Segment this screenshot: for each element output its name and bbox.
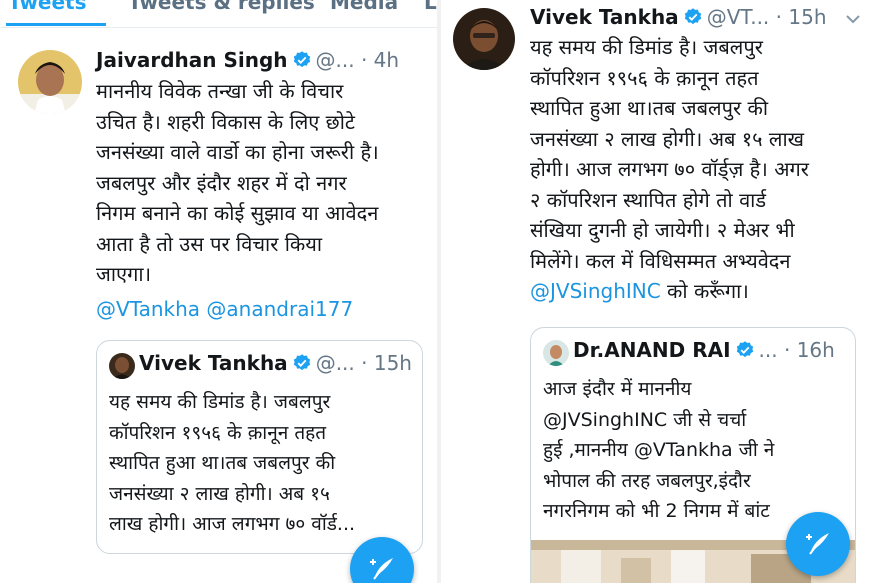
compose-feather-icon — [370, 558, 393, 580]
tab-likes[interactable]: L — [424, 0, 437, 14]
tweet-line: जनसंख्या वाले वार्डो का होना जरूरी है। — [96, 140, 379, 164]
compose-feather-icon — [806, 533, 829, 555]
right-screenshot-panel: Vivek Tankha @VT... · 15h यह समय की डिमां… — [441, 0, 875, 583]
tweet-body: माननीय विवेक तन्खा जी के विचार उचित है। … — [96, 76, 379, 324]
quoted-time: 16h — [796, 338, 835, 362]
quoted-line: @JVSinghINC जी से चर्चा — [543, 408, 747, 431]
quoted-line: स्थापित हुआ था।तब जबलपुर की — [109, 452, 336, 474]
tweet-line: निगम बनाने का कोई सुझाव या आवेदन — [96, 201, 379, 225]
quoted-line: लाख होगी। आज लगभग ७० वॉर्ड... — [109, 513, 356, 535]
tweet-header: Jaivardhan Singh @... · 4h — [96, 48, 399, 75]
tweet-line: जनसंख्या २ लाख होगी। अब १५ लाख — [530, 126, 805, 151]
compose-tweet-button[interactable] — [786, 512, 850, 576]
chevron-down-icon[interactable] — [845, 12, 861, 26]
mention-link[interactable]: @anandrai177 — [206, 297, 353, 321]
tweet-line-rest: को करूँगा। — [660, 279, 749, 303]
tweet-last-line: @JVSinghINC को करूँगा। — [530, 276, 809, 307]
quoted-author-handle: ... — [758, 338, 778, 362]
tweet-line: माननीय विवेक तन्खा जी के विचार — [96, 79, 344, 103]
quoted-body: यह समय की डिमांड है। जबलपुर कॉपरिशन १९५६… — [109, 387, 355, 540]
tweet-line: उचित है। शहरी विकास के लिए छोटे — [96, 109, 355, 134]
author-handle[interactable]: @... — [316, 48, 355, 72]
tweet-line: जाएगा। — [96, 262, 152, 286]
verified-badge-icon — [683, 7, 703, 32]
active-tab-indicator — [6, 23, 106, 26]
left-screenshot-panel: Tweets Tweets & replies Media L Jaivardh… — [0, 0, 437, 583]
time-separator: · — [783, 338, 791, 362]
tweet-line: आता है तो उस पर विचार किया — [96, 231, 323, 256]
quoted-author-name: Vivek Tankha — [139, 351, 288, 375]
tweet-line: जबलपुर और इंदौर शहर में दो नगर — [96, 170, 347, 195]
tab-tweets[interactable]: Tweets — [8, 0, 87, 14]
tab-media[interactable]: Media — [330, 0, 398, 14]
verified-badge-icon — [735, 340, 755, 365]
tweet-line: स्थापित हुआ था।तब जबलपुर की — [530, 96, 769, 120]
tweet-line: यह समय की डिमांड है। जबलपुर — [530, 35, 763, 59]
tweet-line: होगी। आज लगभग ७० वॉर्ड्ज़ है। अगर — [530, 157, 809, 181]
quoted-line: यह समय की डिमांड है। जबलपुर — [109, 391, 331, 413]
mention-link[interactable]: @JVSinghINC — [530, 279, 661, 303]
avatar-jaivardhan[interactable] — [18, 50, 82, 114]
verified-badge-icon — [292, 353, 312, 378]
tweet-line: कॉपरिशन १९५६ के क़ानून तहत — [530, 65, 759, 90]
avatar-anand-small — [543, 340, 569, 366]
tweet-header: Vivek Tankha @VT... · 15h — [530, 5, 827, 32]
quoted-author-handle: @... — [315, 351, 355, 375]
time-separator: · — [361, 351, 368, 375]
quoted-line: भोपाल की तरह जबलपुर,इंदौर — [543, 469, 751, 492]
tweet-body: यह समय की डिमांड है। जबलपुर कॉपरिशन १९५६… — [530, 32, 809, 307]
quoted-line: हुई ,माननीय @VTankha जी ने — [543, 439, 775, 461]
mentions-line: @VTankha @anandrai177 — [96, 294, 379, 325]
tweet-line: मिलेंगे। कल में विधिसम्मत अभ्यवेदन — [530, 248, 791, 273]
quoted-time: 15h — [373, 351, 412, 375]
mention-link[interactable]: @VTankha — [96, 297, 200, 321]
avatar-vivek[interactable] — [453, 8, 515, 70]
quoted-header: Vivek Tankha @... · 15h — [139, 351, 412, 378]
time-separator: · — [775, 5, 783, 29]
tab-tweets-replies[interactable]: Tweets & replies — [128, 0, 315, 14]
time-separator: · — [360, 48, 368, 72]
avatar-vivek-small — [109, 353, 135, 379]
quoted-author-name: Dr.ANAND RAI — [573, 338, 731, 362]
author-name[interactable]: Vivek Tankha — [530, 5, 679, 29]
quoted-tweet-card[interactable]: Vivek Tankha @... · 15h यह समय की डिमांड … — [96, 340, 423, 554]
profile-tabs: Tweets Tweets & replies Media L — [0, 0, 437, 28]
tweet-line: संखिया दुगनी हो जायेगी। २ मेअर भी — [530, 218, 795, 242]
tweet-line: २ कॉपरिशन स्थापित होगे तो वार्ड — [530, 187, 767, 212]
tweet-time[interactable]: 4h — [374, 48, 399, 72]
tabs-divider — [0, 27, 437, 28]
verified-badge-icon — [292, 50, 312, 75]
quoted-line: कॉपरिशन १९५६ के क़ानून तहत — [109, 421, 327, 444]
quoted-line: नगरनिगम को भी 2 निगम में बांट — [543, 500, 770, 522]
quoted-body: आज इंदौर में माननीय @JVSinghINC जी से चर… — [543, 374, 774, 527]
author-name[interactable]: Jaivardhan Singh — [96, 48, 288, 72]
quoted-line: जनसंख्या २ लाख होगी। अब १५ — [109, 482, 330, 505]
author-handle[interactable]: @VT... — [707, 5, 770, 29]
quoted-line: आज इंदौर में माननीय — [543, 378, 692, 400]
quoted-header: Dr.ANAND RAI... · 16h — [573, 338, 835, 365]
tweet-time[interactable]: 15h — [788, 5, 826, 29]
